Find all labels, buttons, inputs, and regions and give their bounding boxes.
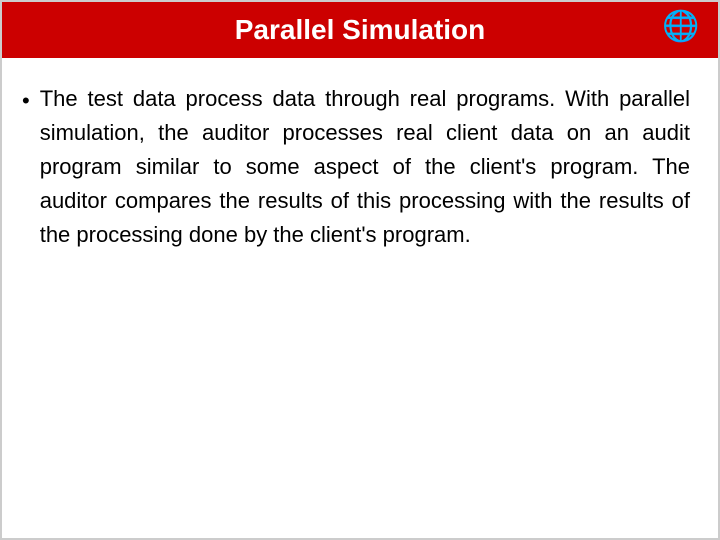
- globe-icon: 🌐: [662, 12, 698, 48]
- bullet-text: The test data process data through real …: [40, 82, 690, 252]
- slide-title: Parallel Simulation: [58, 14, 662, 46]
- bullet-dot: •: [22, 84, 30, 117]
- bullet-item: • The test data process data through rea…: [22, 82, 690, 252]
- title-bar: Parallel Simulation 🌐: [2, 2, 718, 58]
- slide-container: Parallel Simulation 🌐 • The test data pr…: [0, 0, 720, 540]
- content-area: • The test data process data through rea…: [2, 58, 718, 538]
